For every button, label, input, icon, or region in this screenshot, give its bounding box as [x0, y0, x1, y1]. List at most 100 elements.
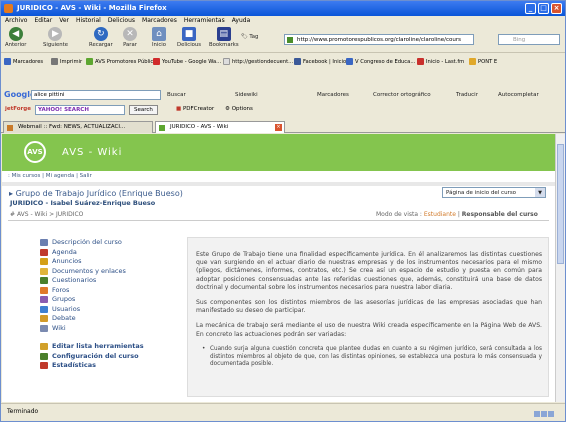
site-favicon — [287, 37, 293, 43]
tool-grupos[interactable]: Grupos — [40, 295, 190, 305]
lastfm-icon — [417, 58, 424, 65]
course-title[interactable]: ▸ Grupo de Trabajo Jurídico (Enrique Bue… — [9, 189, 183, 198]
course-subtitle[interactable]: JURIDICO - Isabel Suárez-Enrique Bueso — [10, 199, 155, 207]
tool-descripcion[interactable]: Descripción del curso — [40, 238, 190, 248]
pdfcreator-button[interactable]: ■ PDFCreator — [176, 106, 214, 112]
admin-edit-tools[interactable]: Editar lista herramientas — [40, 342, 190, 352]
intro-text: Este Grupo de Trabajo tiene una finalida… — [196, 251, 542, 369]
google-search-button[interactable]: Buscar — [167, 92, 186, 98]
bookmark-marcadores[interactable]: Marcadores — [4, 58, 43, 65]
bookmark-congreso[interactable]: V Congreso de Educa... — [346, 58, 415, 65]
tool-wiki[interactable]: Wiki — [40, 324, 190, 334]
tool-agenda[interactable]: Agenda — [40, 248, 190, 258]
ie-icon — [346, 58, 353, 65]
tool-debate[interactable]: Debate — [40, 314, 190, 324]
menu-bar: Archivo Editar Ver Historial Delicious Marcad… — [1, 16, 565, 26]
bookmark-avs[interactable]: AVS Promotores Públic... — [86, 58, 158, 65]
tab-webmail[interactable]: Webmail :: Fwd: NEWS, ACTUALIZACI... — [3, 121, 153, 133]
site-name[interactable]: AVS - Wiki — [62, 147, 122, 158]
search-box[interactable]: Bing — [498, 34, 560, 45]
print-icon — [51, 58, 58, 65]
facebook-icon — [294, 58, 301, 65]
bookmark-label: PONT E — [478, 59, 498, 65]
reload-icon: ↻ — [93, 27, 108, 41]
status-icon[interactable] — [534, 411, 540, 417]
tab-juridico[interactable]: JURIDICO - AVS - Wiki × — [155, 121, 285, 133]
admin-stats[interactable]: Estadísticas — [40, 361, 190, 371]
mode-responsible-link[interactable]: Responsable del curso — [462, 211, 538, 218]
tool-label: Grupos — [52, 295, 76, 303]
bookmarks-button[interactable]: ▤ Bookmarks — [209, 27, 239, 48]
course-tools: Descripción del curso Agenda Anuncios Do… — [40, 238, 190, 371]
forward-arrow-icon: ▶ — [48, 27, 63, 41]
wiki-icon — [40, 324, 48, 332]
menu-herramientas[interactable]: Herramientas — [184, 17, 225, 24]
breadcrumb[interactable]: # AVS - Wiki > JURIDICO — [10, 211, 83, 218]
tag-icon: 🏷 — [241, 34, 248, 40]
tool-documentos[interactable]: Documentos y enlaces — [40, 267, 190, 277]
menu-marcadores[interactable]: Marcadores — [142, 17, 177, 24]
course-settings-icon — [40, 352, 48, 360]
vertical-scrollbar[interactable] — [555, 134, 565, 402]
minimize-button[interactable]: _ — [525, 3, 536, 14]
spellcheck-button[interactable]: Corrector ortográfico — [373, 92, 431, 98]
bookmarks-icon — [4, 58, 11, 65]
menu-historial[interactable]: Historial — [76, 17, 101, 24]
status-icon[interactable] — [548, 411, 554, 417]
close-button[interactable]: × — [551, 3, 562, 14]
url-bar[interactable]: http://www.promotorespublicos.org/clarol… — [284, 34, 474, 45]
tool-cuestionarios[interactable]: Cuestionarios — [40, 276, 190, 286]
mode-student-link[interactable]: Estudiante — [424, 211, 456, 218]
chevron-down-icon: ▼ — [535, 188, 545, 197]
jetforge-logo: jetForge — [5, 106, 31, 112]
scrollbar-thumb[interactable] — [557, 144, 564, 264]
tag-button[interactable]: 🏷 Tag — [241, 34, 258, 40]
reload-button[interactable]: ↻ Recargar — [89, 27, 113, 48]
tool-usuarios[interactable]: Usuarios — [40, 305, 190, 315]
browser-window: JURIDICO - AVS - Wiki - Mozilla Firefox … — [0, 0, 566, 422]
tab-label: JURIDICO - AVS - Wiki — [170, 124, 229, 130]
tool-anuncios[interactable]: Anuncios — [40, 257, 190, 267]
maximize-button[interactable]: □ — [538, 3, 549, 14]
tab-label: Webmail :: Fwd: NEWS, ACTUALIZACI... — [18, 124, 126, 130]
sidewiki-button[interactable]: Sidewiki — [235, 92, 258, 98]
bookmark-label: http://gestiondecuent... — [232, 59, 294, 65]
forward-button[interactable]: ▶ Siguiente — [43, 27, 68, 48]
back-button[interactable]: ◀ Anterior — [5, 27, 26, 48]
bookmark-facebook[interactable]: Facebook | Inicio — [294, 58, 346, 65]
bookmark-imprimir[interactable]: Imprimir — [51, 58, 82, 65]
course-page-select[interactable]: Página de inicio del curso ▼ — [442, 187, 546, 198]
google-search-input[interactable]: alice pittini — [31, 90, 161, 100]
yahoo-search-button[interactable]: Search — [129, 105, 158, 115]
options-button[interactable]: ⚙ Options — [225, 106, 253, 112]
delicious-button[interactable]: ■ Delicious — [177, 27, 201, 48]
folder-icon — [469, 58, 476, 65]
close-tab-icon[interactable]: × — [275, 124, 282, 131]
tool-label: Usuarios — [52, 304, 81, 313]
google-bookmarks-button[interactable]: Marcadores — [317, 92, 349, 98]
autofill-button[interactable]: Autocompletar — [498, 92, 539, 98]
breadcrumb-text: AVS - Wiki > JURIDICO — [16, 211, 84, 218]
menu-ayuda[interactable]: Ayuda — [232, 17, 251, 24]
stop-button[interactable]: ✕ Parar — [123, 27, 137, 48]
menu-editar[interactable]: Editar — [34, 17, 52, 24]
yahoo-search-input[interactable]: YAHOO! SEARCH — [35, 105, 125, 115]
home-button[interactable]: ⌂ Inicio — [152, 27, 166, 48]
bookmark-lastfm[interactable]: Inicio - Last.fm — [417, 58, 464, 65]
menu-delicious[interactable]: Delicious — [108, 17, 135, 24]
admin-label: Configuración del curso — [52, 351, 139, 360]
avs-favicon — [159, 125, 165, 131]
bookmark-gestion[interactable]: http://gestiondecuent... — [223, 58, 293, 65]
translate-button[interactable]: Traducir — [456, 92, 478, 98]
menu-ver[interactable]: Ver — [59, 17, 69, 24]
admin-course-settings[interactable]: Configuración del curso — [40, 352, 190, 362]
bookmark-label: Inicio - Last.fm — [426, 59, 465, 65]
user-nav[interactable]: : Mis cursos | Mi agenda | Salir — [8, 173, 555, 181]
agenda-icon — [40, 248, 48, 256]
bookmark-youtube[interactable]: YouTube - Google Wa... — [153, 58, 221, 65]
avs-logo[interactable]: AVS — [24, 141, 46, 163]
menu-archivo[interactable]: Archivo — [5, 17, 27, 24]
tool-foros[interactable]: Foros — [40, 286, 190, 296]
bookmark-pont[interactable]: PONT E — [469, 58, 497, 65]
status-icon[interactable] — [541, 411, 547, 417]
